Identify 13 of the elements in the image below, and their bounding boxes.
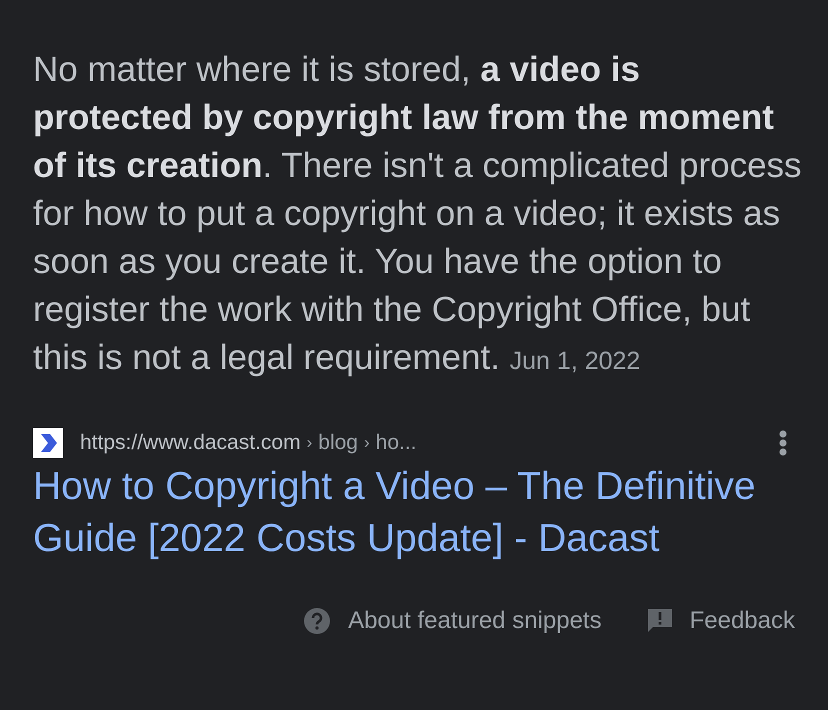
feedback-button[interactable]: Feedback — [648, 602, 795, 638]
result-title-link[interactable]: How to Copyright a Video – The Definitive Guide [2022 Costs Update] - Dacast — [33, 460, 813, 564]
breadcrumb-separator: › — [306, 432, 312, 454]
site-logo — [33, 428, 63, 458]
feedback-icon — [648, 608, 672, 632]
breadcrumb: blog — [318, 430, 358, 456]
more-options-icon[interactable] — [779, 430, 787, 456]
about-snippets-button[interactable]: About featured snippets — [304, 602, 602, 638]
breadcrumb: ho... — [376, 430, 417, 456]
snippet-text: No matter where it is stored, a video is protected by copyright law from the moment of its creation. There isn't a complicated process for how to put a copyright on a video; it exists as soon as you create it. You have the option to register the work with the Copyright Office, but this is not a legal requirement. Jun 1, 2022 — [33, 49, 803, 379]
breadcrumb-separator: › — [364, 432, 370, 454]
help-icon — [304, 608, 330, 634]
result-url[interactable]: https://www.dacast.com — [80, 427, 301, 458]
